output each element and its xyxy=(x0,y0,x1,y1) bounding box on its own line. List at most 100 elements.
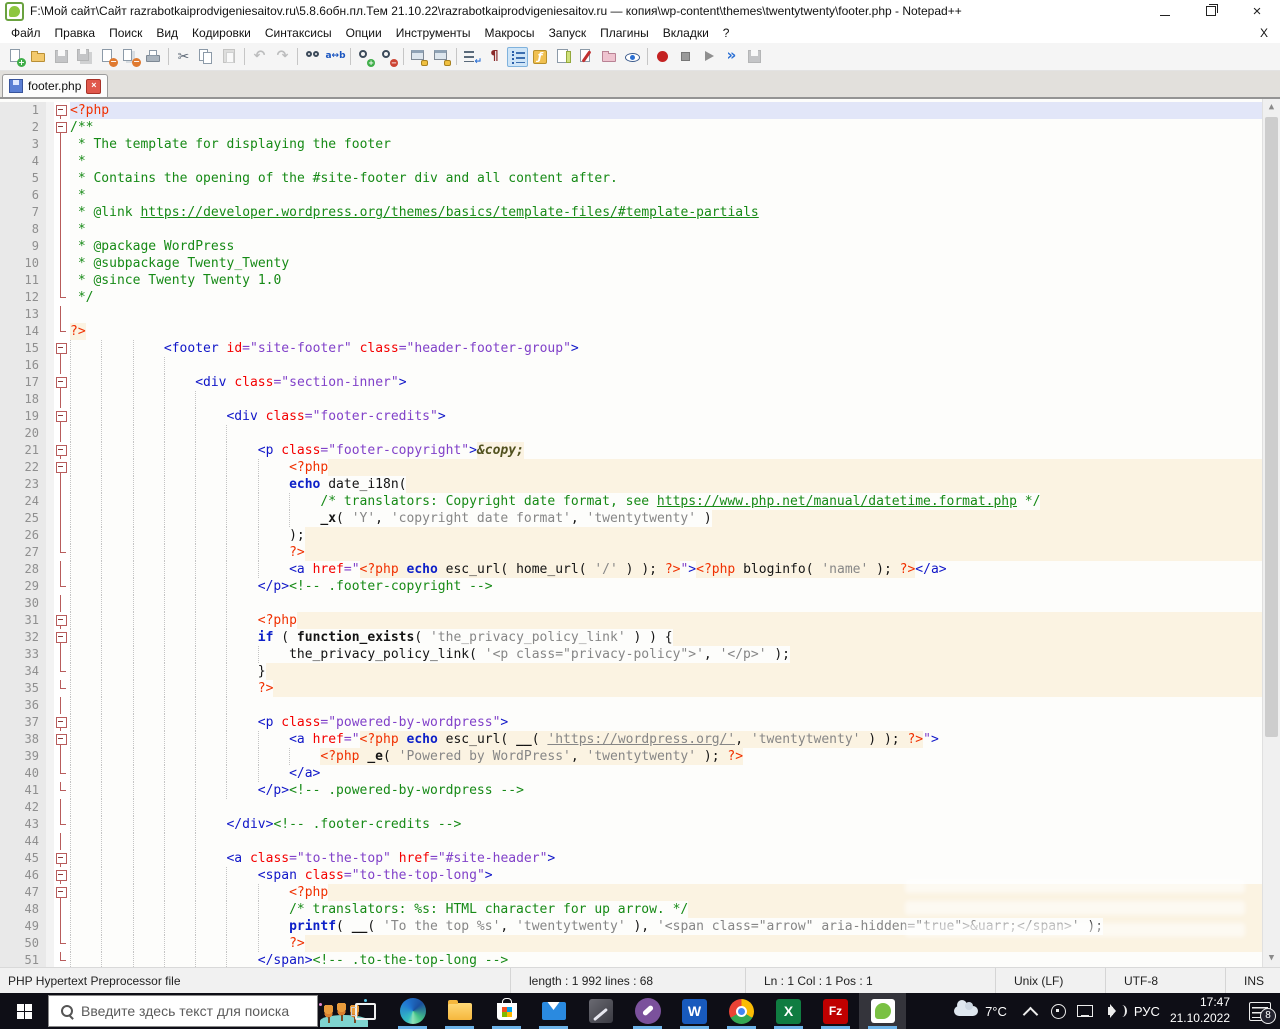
function-list-button[interactable] xyxy=(530,47,551,67)
code-line[interactable]: 9 * @package WordPress xyxy=(0,238,1263,255)
bookmark-margin[interactable] xyxy=(46,221,54,238)
code-line[interactable]: 25 _x( 'Y', 'copyright date format', 'twe… xyxy=(0,510,1263,527)
sync-vertical-button[interactable] xyxy=(408,47,429,67)
bookmark-margin[interactable] xyxy=(46,612,54,629)
fold-marker-box[interactable] xyxy=(54,731,70,748)
code-line[interactable]: 32 if ( function_exists( 'the_privacy_pol… xyxy=(0,629,1263,646)
scroll-up-icon[interactable]: ▲ xyxy=(1263,99,1280,116)
code-line[interactable]: 4 * xyxy=(0,153,1263,170)
fold-marker-box[interactable] xyxy=(54,850,70,867)
bookmark-margin[interactable] xyxy=(46,952,54,967)
save-button[interactable] xyxy=(51,47,72,67)
code-line[interactable]: 27 ?> xyxy=(0,544,1263,561)
bookmark-margin[interactable] xyxy=(46,204,54,221)
redo-button[interactable] xyxy=(272,47,293,67)
bookmark-margin[interactable] xyxy=(46,629,54,646)
menu-item-run[interactable]: Запуск xyxy=(542,23,594,43)
code-line[interactable]: 19 <div class ="footer-credits" > xyxy=(0,408,1263,425)
code-line[interactable]: 43 </div> <!-- .footer-credits --> xyxy=(0,816,1263,833)
bookmark-margin[interactable] xyxy=(46,238,54,255)
bookmark-margin[interactable] xyxy=(46,510,54,527)
code-line[interactable]: 14 ?> xyxy=(0,323,1263,340)
macro-stop-button[interactable] xyxy=(675,47,696,67)
code-line[interactable]: 48 /* translators: %s: HTML character for… xyxy=(0,901,1263,918)
bookmark-margin[interactable] xyxy=(46,391,54,408)
bookmark-margin[interactable] xyxy=(46,935,54,952)
macro-save-button[interactable] xyxy=(744,47,765,67)
fold-marker-box[interactable] xyxy=(54,884,70,901)
code-line[interactable]: 5 * Contains the opening of the #site-fo… xyxy=(0,170,1263,187)
fold-marker-box[interactable] xyxy=(54,714,70,731)
bookmark-margin[interactable] xyxy=(46,170,54,187)
fold-marker-box[interactable] xyxy=(54,867,70,884)
bookmark-margin[interactable] xyxy=(46,255,54,272)
fold-marker-box[interactable] xyxy=(54,374,70,391)
fold-marker-box[interactable] xyxy=(54,102,70,119)
bookmark-margin[interactable] xyxy=(46,119,54,136)
code-line[interactable]: 23 echo date_i18n( xyxy=(0,476,1263,493)
code-line[interactable]: 12 */ xyxy=(0,289,1263,306)
restore-button[interactable] xyxy=(1188,0,1234,22)
code-line[interactable]: 38 <a href =" <?php echo esc_url( __( 'http… xyxy=(0,731,1263,748)
code-line[interactable]: 39 <?php _e( 'Powered by WordPress', 'twe… xyxy=(0,748,1263,765)
bookmark-margin[interactable] xyxy=(46,799,54,816)
code-line[interactable]: 10 * @subpackage Twenty_Twenty xyxy=(0,255,1263,272)
minimize-button[interactable] xyxy=(1142,0,1188,22)
bookmark-margin[interactable] xyxy=(46,782,54,799)
code-line[interactable]: 49 printf( __( 'To the top %s', 'twentytw… xyxy=(0,918,1263,935)
bookmark-margin[interactable] xyxy=(46,765,54,782)
code-line[interactable]: 33 the_privacy_policy_link( '<p class="pr… xyxy=(0,646,1263,663)
bookmark-margin[interactable] xyxy=(46,646,54,663)
print-button[interactable] xyxy=(143,47,164,67)
code-line[interactable]: 45 <a class ="to-the-top" href ="#site-head… xyxy=(0,850,1263,867)
code-line[interactable]: 22 <?php xyxy=(0,459,1263,476)
paste-button[interactable] xyxy=(219,47,240,67)
menu-item-macro[interactable]: Макросы xyxy=(478,23,542,43)
status-insert-mode[interactable]: INS xyxy=(1225,968,1280,993)
bookmark-margin[interactable] xyxy=(46,748,54,765)
macro-run-multiple-button[interactable] xyxy=(721,47,742,67)
bookmark-margin[interactable] xyxy=(46,901,54,918)
taskbar-search-input[interactable]: Введите здесь текст для поиска xyxy=(48,995,318,1027)
bookmark-margin[interactable] xyxy=(46,527,54,544)
menu-item-search[interactable]: Поиск xyxy=(102,23,149,43)
sync-horizontal-button[interactable] xyxy=(431,47,452,67)
code-line[interactable]: 44 xyxy=(0,833,1263,850)
fold-marker-box[interactable] xyxy=(54,408,70,425)
bookmark-margin[interactable] xyxy=(46,102,54,119)
undo-button[interactable] xyxy=(249,47,270,67)
bookmark-margin[interactable] xyxy=(46,578,54,595)
code-line[interactable]: 16 xyxy=(0,357,1263,374)
code-line[interactable]: 21 <p class ="footer-copyright" > &copy; xyxy=(0,442,1263,459)
code-line[interactable]: 40 </a> xyxy=(0,765,1263,782)
fold-marker-box[interactable] xyxy=(54,340,70,357)
document-map-button[interactable] xyxy=(553,47,574,67)
bookmark-margin[interactable] xyxy=(46,306,54,323)
menu-item-edit[interactable]: Правка xyxy=(48,23,103,43)
menu-item-encoding[interactable]: Кодировки xyxy=(185,23,258,43)
menu-item-tools[interactable]: Инструменты xyxy=(389,23,478,43)
replace-button[interactable] xyxy=(325,47,346,67)
zoom-out-button[interactable] xyxy=(378,47,399,67)
menu-item-language[interactable]: Синтаксисы xyxy=(258,23,339,43)
bookmark-margin[interactable] xyxy=(46,153,54,170)
code-line[interactable]: 41 </p> <!-- .powered-by-wordpress --> xyxy=(0,782,1263,799)
code-line[interactable]: 6 * xyxy=(0,187,1263,204)
bookmark-margin[interactable] xyxy=(46,408,54,425)
document-list-button[interactable] xyxy=(576,47,597,67)
menu-item-view[interactable]: Вид xyxy=(149,23,185,43)
menu-item-help[interactable]: ? xyxy=(716,23,737,43)
code-line[interactable]: 8 * xyxy=(0,221,1263,238)
bookmark-margin[interactable] xyxy=(46,714,54,731)
code-line[interactable]: 13 xyxy=(0,306,1263,323)
code-line[interactable]: 28 <a href =" <?php echo esc_url( home_url(… xyxy=(0,561,1263,578)
code-editor[interactable]: 1 <?php 2/** 3 * The template for displayin… xyxy=(0,99,1280,967)
bookmark-margin[interactable] xyxy=(46,595,54,612)
bookmark-margin[interactable] xyxy=(46,561,54,578)
fold-marker-box[interactable] xyxy=(54,442,70,459)
code-line[interactable]: 15 <footer id ="site-footer" class ="header… xyxy=(0,340,1263,357)
bookmark-margin[interactable] xyxy=(46,323,54,340)
save-all-button[interactable] xyxy=(74,47,95,67)
bookmark-margin[interactable] xyxy=(46,272,54,289)
bookmark-margin[interactable] xyxy=(46,833,54,850)
